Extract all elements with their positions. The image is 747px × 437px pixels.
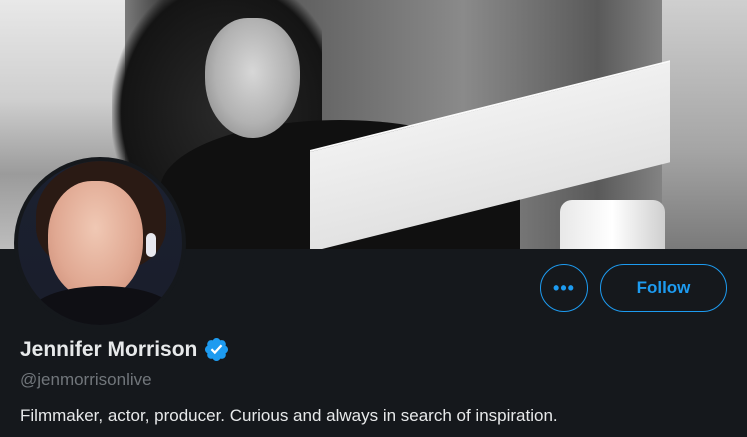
avatar-earring [146, 233, 156, 257]
profile-avatar[interactable] [14, 157, 186, 329]
banner-background-right [662, 0, 747, 249]
banner-face [205, 18, 300, 138]
avatar-shoulder [28, 286, 178, 325]
avatar-face [48, 181, 143, 299]
profile-name: Jennifer Morrison [20, 337, 198, 361]
more-options-button[interactable]: ••• [540, 264, 588, 312]
more-options-icon: ••• [553, 277, 575, 298]
avatar-photo [18, 161, 182, 325]
banner-jar [560, 200, 665, 249]
profile-bio: Filmmaker, actor, producer. Curious and … [20, 406, 558, 425]
verified-badge-icon [205, 337, 229, 362]
profile-handle: @jenmorrisonlive [20, 370, 152, 389]
profile-name-row: Jennifer Morrison [20, 336, 230, 363]
follow-button-label: Follow [636, 278, 691, 297]
follow-button[interactable]: Follow [600, 264, 727, 312]
